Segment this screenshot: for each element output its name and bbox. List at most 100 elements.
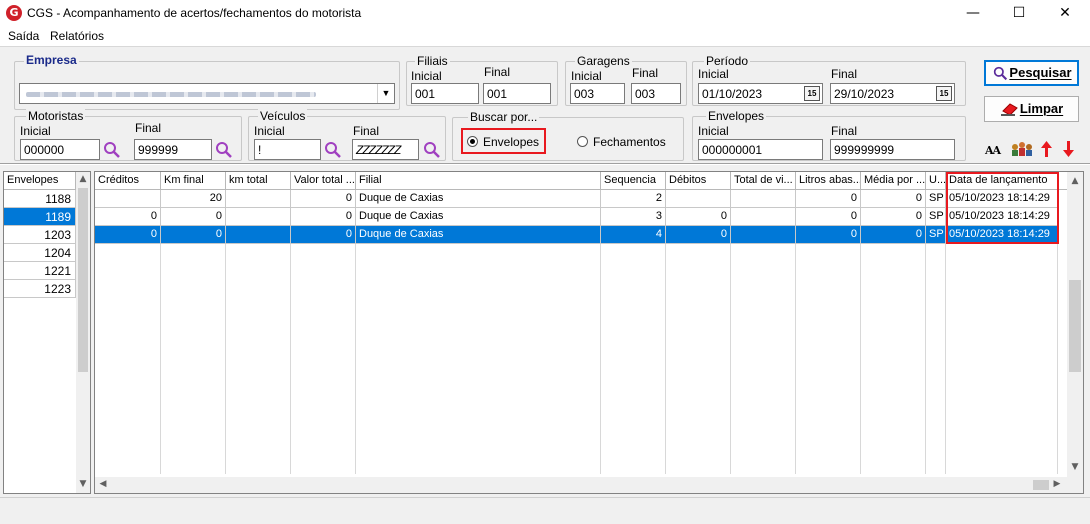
grid-cell-selected[interactable]: 0	[666, 226, 731, 244]
panel-divider	[0, 163, 1090, 165]
arrow-up-icon[interactable]	[1041, 141, 1052, 157]
column-header[interactable]: Filial	[356, 172, 601, 190]
search-icon[interactable]	[324, 141, 342, 159]
calendar-icon[interactable]: 15	[936, 86, 952, 101]
column-header[interactable]: Débitos	[666, 172, 731, 190]
envelopes-list[interactable]: Envelopes 1188 1189 1203 1204 1221 1223 …	[3, 171, 91, 494]
grid-cell[interactable]: 0	[666, 208, 731, 226]
envelopes-inicial-input[interactable]: 000000001	[698, 139, 823, 160]
limpar-button[interactable]: Limpar	[984, 96, 1079, 122]
grid-cell-selected[interactable]	[731, 226, 796, 244]
grid-cell[interactable]: 2	[601, 190, 666, 208]
list-item[interactable]: 1203	[4, 226, 76, 244]
empresa-combobox[interactable]: ▼	[19, 83, 395, 104]
garagens-inicial-input[interactable]: 003	[570, 83, 625, 104]
chevron-down-icon[interactable]: ▼	[377, 84, 394, 103]
grid-cell[interactable]: Duque de Caxias	[356, 208, 601, 226]
grid-cell-selected[interactable]: 0	[161, 226, 226, 244]
grid-horizontal-scrollbar[interactable]: ◀ ▶	[95, 477, 1067, 493]
grid-cell[interactable]	[95, 190, 161, 208]
motoristas-inicial-input[interactable]: 000000	[20, 139, 100, 160]
column-header[interactable]: km total	[226, 172, 291, 190]
grid-cell[interactable]: 0	[861, 208, 926, 226]
grid-cell-selected[interactable]: 0	[796, 226, 861, 244]
column-header[interactable]: U...	[926, 172, 946, 190]
list-item[interactable]: 1204	[4, 244, 76, 262]
radio-fechamentos-label[interactable]: Fechamentos	[593, 135, 666, 149]
pesquisar-button[interactable]: Pesquisar	[984, 60, 1079, 86]
grid-cell[interactable]: 0	[291, 190, 356, 208]
grid-cell-selected[interactable]: 4	[601, 226, 666, 244]
grid-cell-selected[interactable]	[226, 226, 291, 244]
maximize-button[interactable]: ☐	[996, 0, 1042, 26]
scroll-up-icon[interactable]: ▲	[76, 174, 90, 184]
motoristas-final-input[interactable]: 999999	[134, 139, 212, 160]
menu-relatorios[interactable]: Relatórios	[50, 29, 104, 43]
column-header[interactable]: Valor total ...	[291, 172, 356, 190]
veiculos-inicial-input[interactable]: !	[254, 139, 321, 160]
results-grid[interactable]: Créditos Km final km total Valor total .…	[94, 171, 1084, 494]
grid-cell-selected[interactable]: 0	[291, 226, 356, 244]
column-header[interactable]: Km final	[161, 172, 226, 190]
column-header[interactable]: Sequencia	[601, 172, 666, 190]
list-vertical-scrollbar[interactable]: ▲ ▼	[76, 172, 90, 493]
radio-fechamentos[interactable]	[577, 136, 588, 147]
radio-envelopes-label[interactable]: Envelopes	[483, 135, 539, 149]
grid-cell[interactable]	[666, 190, 731, 208]
arrow-down-icon[interactable]	[1063, 141, 1074, 157]
envelopes-final-input[interactable]: 999999999	[830, 139, 955, 160]
list-item-selected[interactable]: 1189	[4, 208, 76, 226]
grid-cell-selected[interactable]: 0	[95, 226, 161, 244]
grid-cell-selected[interactable]: SP	[926, 226, 946, 244]
list-item[interactable]: 1223	[4, 280, 76, 298]
grid-cell[interactable]: 0	[95, 208, 161, 226]
grid-vertical-scrollbar[interactable]: ▲ ▼	[1067, 172, 1083, 477]
grid-cell[interactable]	[226, 208, 291, 226]
grid-cell-selected[interactable]: Duque de Caxias	[356, 226, 601, 244]
grid-cell[interactable]: SP	[926, 190, 946, 208]
list-item[interactable]: 1221	[4, 262, 76, 280]
grid-cell[interactable]: 3	[601, 208, 666, 226]
grid-cell[interactable]: 0	[796, 190, 861, 208]
calendar-icon[interactable]: 15	[804, 86, 820, 101]
search-icon[interactable]	[103, 141, 121, 159]
search-icon[interactable]	[423, 141, 441, 159]
grid-cell[interactable]: 0	[161, 208, 226, 226]
grid-cell[interactable]: 0	[796, 208, 861, 226]
garagens-final-input[interactable]: 003	[631, 83, 681, 104]
grid-cell[interactable]: SP	[926, 208, 946, 226]
radio-envelopes[interactable]	[467, 136, 478, 147]
grid-cell[interactable]: 20	[161, 190, 226, 208]
periodo-inicial-date[interactable]: 01/10/2023 15	[698, 83, 823, 104]
list-scroll-thumb[interactable]	[78, 188, 88, 372]
people-group-icon[interactable]	[1010, 141, 1034, 157]
minimize-button[interactable]: —	[950, 0, 996, 26]
search-icon[interactable]	[215, 141, 233, 159]
scroll-up-icon[interactable]: ▲	[1067, 176, 1083, 186]
grid-cell[interactable]: 0	[861, 190, 926, 208]
grid-cell-selected[interactable]: 0	[861, 226, 926, 244]
grid-cell[interactable]: 0	[291, 208, 356, 226]
grid-cell[interactable]	[731, 190, 796, 208]
scroll-down-icon[interactable]: ▼	[1067, 462, 1083, 472]
menu-saida[interactable]: Saída	[8, 29, 39, 43]
grid-cell[interactable]	[226, 190, 291, 208]
grid-vscroll-thumb[interactable]	[1069, 280, 1081, 372]
grid-hscroll-thumb[interactable]	[1033, 480, 1049, 490]
column-header[interactable]: Média por ...	[861, 172, 926, 190]
scroll-left-icon[interactable]: ◀	[97, 479, 109, 489]
filiais-final-input[interactable]: 001	[483, 83, 551, 104]
veiculos-final-input[interactable]: ZZZZZZZ	[352, 139, 419, 160]
column-header[interactable]: Litros abas...	[796, 172, 861, 190]
grid-cell[interactable]: Duque de Caxias	[356, 190, 601, 208]
column-header[interactable]: Total de vi...	[731, 172, 796, 190]
grid-cell[interactable]	[731, 208, 796, 226]
scroll-down-icon[interactable]: ▼	[76, 479, 90, 489]
column-header[interactable]: Créditos	[95, 172, 161, 190]
list-item[interactable]: 1188	[4, 190, 76, 208]
close-button[interactable]: ✕	[1042, 0, 1088, 26]
scroll-right-icon[interactable]: ▶	[1051, 479, 1063, 489]
filiais-inicial-input[interactable]: 001	[411, 83, 479, 104]
font-size-icon[interactable]: AA	[985, 144, 1001, 157]
periodo-final-date[interactable]: 29/10/2023 15	[830, 83, 955, 104]
